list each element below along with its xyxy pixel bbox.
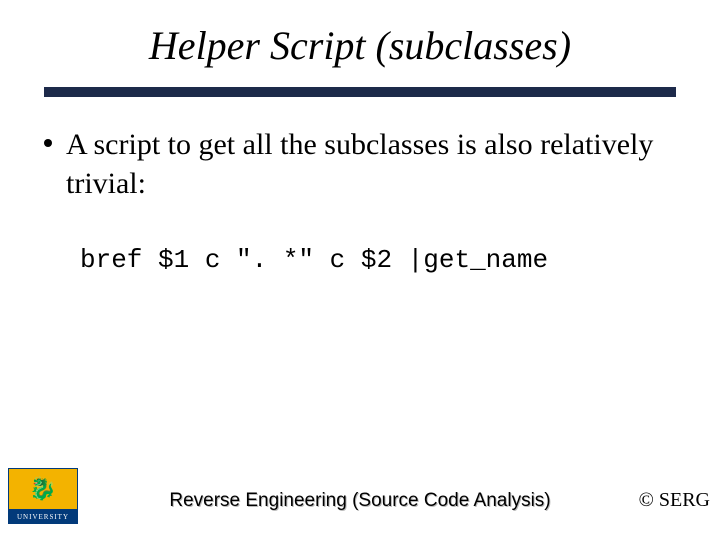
bullet-item: A script to get all the subclasses is al… <box>44 125 676 203</box>
code-snippet: bref $1 c ". *" c $2 |get_name <box>80 245 676 275</box>
copyright-text: © SERG <box>639 489 710 512</box>
title-underline <box>44 87 676 97</box>
bullet-text: A script to get all the subclasses is al… <box>66 125 676 203</box>
title-area: Helper Script (subclasses) <box>0 0 720 69</box>
slide-footer: 🐉 UNIVERSITY Reverse Engineering (Source… <box>0 464 720 524</box>
bullet-marker <box>44 139 52 147</box>
logo-caption: UNIVERSITY <box>8 510 78 524</box>
footer-title: Reverse Engineering (Source Code Analysi… <box>0 490 720 512</box>
slide-body: A script to get all the subclasses is al… <box>0 97 720 275</box>
slide: { "title": "Helper Script (subclasses)",… <box>0 0 720 540</box>
slide-title: Helper Script (subclasses) <box>0 22 720 69</box>
